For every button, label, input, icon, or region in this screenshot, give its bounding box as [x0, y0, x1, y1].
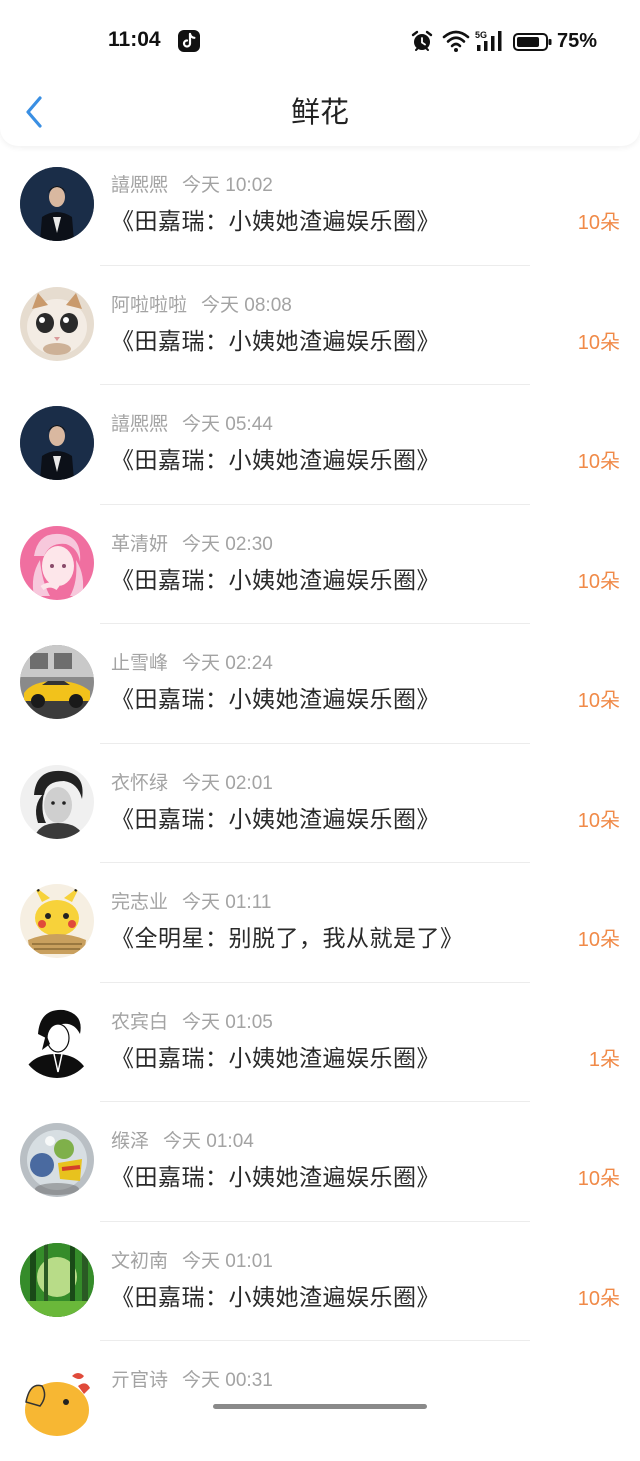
- user-name[interactable]: 完志业: [111, 891, 168, 913]
- status-time: 11:04: [108, 28, 161, 51]
- list-item[interactable]: 阿啦啦啦 今天 08:08 《田嘉瑞：小姨她渣遍娱乐圈》 10朵: [0, 266, 640, 385]
- item-meta: 缑泽 今天 01:04: [111, 1128, 254, 1154]
- avatar[interactable]: [20, 525, 94, 600]
- flower-count: 10朵: [577, 690, 620, 712]
- list-item[interactable]: 止雪峰 今天 02:24 《田嘉瑞：小姨她渣遍娱乐圈》 10朵: [0, 624, 640, 744]
- item-meta: 止雪峰 今天 02:24: [111, 650, 273, 676]
- list-item[interactable]: 农宾白 今天 01:05 《田嘉瑞：小姨她渣遍娱乐圈》 1朵: [0, 983, 640, 1102]
- avatar[interactable]: [20, 1003, 94, 1078]
- book-title[interactable]: 《田嘉瑞：小姨她渣遍娱乐圈》: [111, 684, 440, 716]
- avatar[interactable]: [20, 1123, 94, 1197]
- item-time: 今天 08:08: [201, 294, 292, 316]
- user-name[interactable]: 革清妍: [111, 533, 168, 555]
- flower-count: 1朵: [588, 1048, 620, 1071]
- item-time: 今天 01:01: [182, 1250, 273, 1272]
- user-name[interactable]: 衣怀绿: [111, 772, 168, 794]
- item-time: 今天 02:24: [182, 653, 273, 674]
- user-name[interactable]: 阿啦啦啦: [111, 294, 187, 316]
- flower-list: 譆熈熈 今天 10:02 《田嘉瑞：小姨她渣遍娱乐圈》 10朵 阿啦啦啦 今天 08…: [0, 146, 640, 1461]
- user-name[interactable]: 譆熈熈: [111, 174, 168, 196]
- book-title[interactable]: 《全明星：别脱了，我从就是了》: [111, 923, 464, 955]
- flower-count: 10朵: [577, 212, 620, 234]
- item-meta: 譆熈熈 今天 05:44: [111, 411, 273, 437]
- book-title[interactable]: 《田嘉瑞：小姨她渣遍娱乐圈》: [111, 326, 440, 358]
- status-bar: 11:04 5G 75%: [0, 0, 640, 84]
- home-indicator[interactable]: [213, 1404, 427, 1409]
- book-title[interactable]: 《田嘉瑞：小姨她渣遍娱乐圈》: [111, 206, 440, 238]
- list-item[interactable]: 缑泽 今天 01:04 《田嘉瑞：小姨她渣遍娱乐圈》 10朵: [0, 1102, 640, 1222]
- item-time: 今天 10:02: [182, 175, 273, 196]
- list-item[interactable]: 革清妍 今天 02:30 《田嘉瑞：小姨她渣遍娱乐圈》 10朵: [0, 505, 640, 624]
- flower-count: 10朵: [577, 929, 620, 951]
- avatar[interactable]: [20, 1362, 94, 1436]
- list-item[interactable]: 譆熈熈 今天 10:02 《田嘉瑞：小姨她渣遍娱乐圈》 10朵: [0, 146, 640, 266]
- wifi-icon: [442, 29, 470, 57]
- user-name[interactable]: 亓官诗: [111, 1369, 168, 1391]
- list-item[interactable]: 亓官诗 今天 00:31: [0, 1341, 640, 1461]
- page-title: 鲜花: [290, 95, 349, 129]
- alarm-icon: [410, 29, 434, 57]
- flower-count: 10朵: [577, 1168, 620, 1190]
- item-time: 今天 05:44: [182, 414, 273, 435]
- book-title[interactable]: 《田嘉瑞：小姨她渣遍娱乐圈》: [111, 445, 440, 477]
- item-time: 今天 01:05: [182, 1011, 273, 1033]
- item-time: 今天 00:31: [182, 1370, 273, 1391]
- book-title[interactable]: 《田嘉瑞：小姨她渣遍娱乐圈》: [111, 1043, 440, 1075]
- item-meta: 衣怀绿 今天 02:01: [111, 770, 273, 796]
- user-name[interactable]: 譆熈熈: [111, 413, 168, 435]
- avatar[interactable]: [20, 167, 94, 241]
- tiktok-notification-icon: [178, 30, 200, 52]
- book-title[interactable]: 《田嘉瑞：小姨她渣遍娱乐圈》: [111, 1162, 440, 1194]
- signal-icon: 5G: [475, 29, 505, 57]
- flower-count: 10朵: [577, 451, 620, 473]
- item-time: 今天 02:30: [182, 533, 273, 555]
- item-time: 今天 01:11: [182, 892, 272, 913]
- list-item[interactable]: 文初南 今天 01:01 《田嘉瑞：小姨她渣遍娱乐圈》 10朵: [0, 1222, 640, 1341]
- list-item[interactable]: 完志业 今天 01:11 《全明星：别脱了，我从就是了》 10朵: [0, 863, 640, 983]
- list-item[interactable]: 衣怀绿 今天 02:01 《田嘉瑞：小姨她渣遍娱乐圈》 10朵: [0, 744, 640, 863]
- avatar[interactable]: [20, 645, 94, 719]
- user-name[interactable]: 缑泽: [111, 1130, 149, 1152]
- user-name[interactable]: 农宾白: [111, 1011, 168, 1033]
- avatar[interactable]: [20, 406, 94, 480]
- item-meta: 阿啦啦啦 今天 08:08: [111, 292, 292, 318]
- item-meta: 完志业 今天 01:11: [111, 889, 271, 915]
- avatar[interactable]: [20, 1242, 94, 1317]
- avatar[interactable]: [20, 286, 94, 361]
- app-header: 11:04 5G 75% 鲜花: [0, 0, 640, 146]
- book-title[interactable]: 《田嘉瑞：小姨她渣遍娱乐圈》: [111, 804, 440, 836]
- item-time: 今天 01:04: [163, 1131, 254, 1152]
- flower-count: 10朵: [577, 331, 620, 354]
- avatar[interactable]: [20, 884, 94, 958]
- item-meta: 亓官诗 今天 00:31: [111, 1367, 273, 1393]
- avatar[interactable]: [20, 764, 94, 839]
- item-meta: 譆熈熈 今天 10:02: [111, 172, 273, 198]
- item-meta: 革清妍 今天 02:30: [111, 531, 273, 557]
- book-title[interactable]: 《田嘉瑞：小姨她渣遍娱乐圈》: [111, 1282, 440, 1314]
- flower-count: 10朵: [577, 809, 620, 832]
- user-name[interactable]: 止雪峰: [111, 652, 168, 674]
- list-item[interactable]: 譆熈熈 今天 05:44 《田嘉瑞：小姨她渣遍娱乐圈》 10朵: [0, 385, 640, 505]
- item-meta: 文初南 今天 01:01: [111, 1248, 273, 1274]
- flower-count: 10朵: [577, 570, 620, 593]
- item-time: 今天 02:01: [182, 772, 273, 794]
- battery-icon: [513, 32, 553, 56]
- user-name[interactable]: 文初南: [111, 1250, 168, 1272]
- flower-count: 10朵: [577, 1287, 620, 1310]
- network-type-label: 5G: [475, 30, 487, 40]
- item-meta: 农宾白 今天 01:05: [111, 1009, 273, 1035]
- nav-bar: 鲜花: [0, 84, 640, 146]
- battery-percentage: 75%: [557, 30, 598, 52]
- book-title[interactable]: 《田嘉瑞：小姨她渣遍娱乐圈》: [111, 565, 440, 597]
